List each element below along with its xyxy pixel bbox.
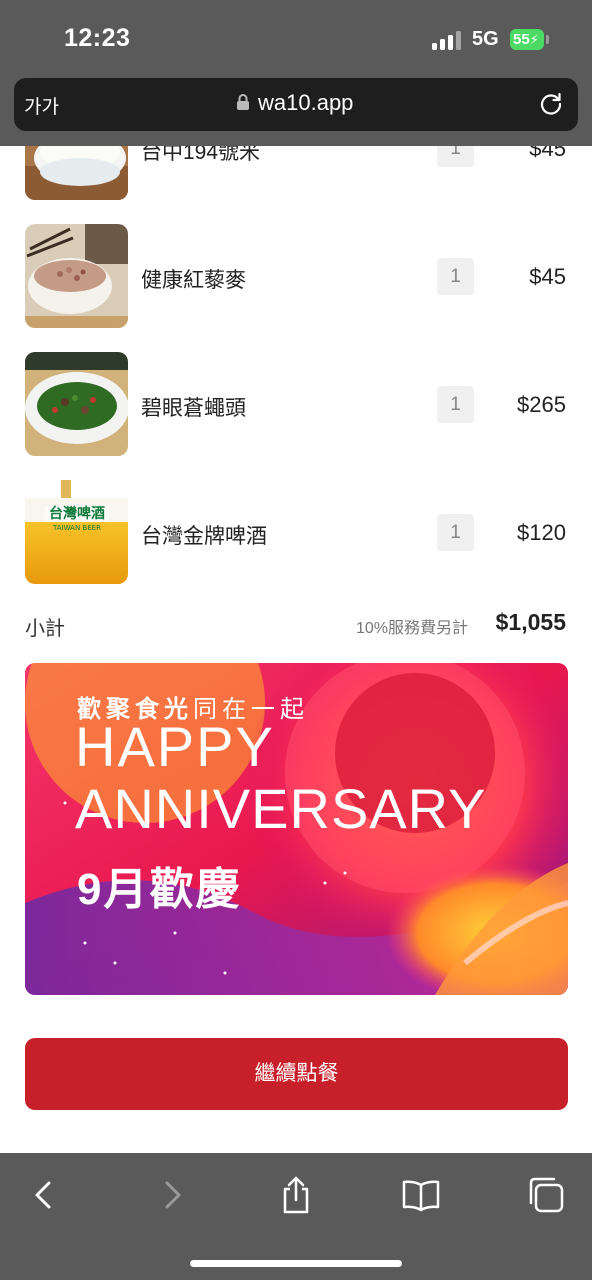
quantity-box[interactable]: 1: [437, 386, 474, 423]
banner-headline-line2: ANNIVERSARY: [75, 777, 487, 840]
order-item[interactable]: 碧眼蒼蠅頭 1 $265: [0, 352, 592, 456]
subtotal-value: $1,055: [495, 609, 566, 635]
lock-icon: [237, 94, 249, 110]
status-time: 12:23: [64, 24, 131, 52]
reload-icon[interactable]: [538, 91, 564, 117]
home-indicator: [190, 1260, 402, 1267]
order-page: 台中194號米 1 $45 健康紅藜麥 1 $45 碧眼蒼蠅頭 1 $265 台…: [0, 146, 592, 1153]
battery-cap: [546, 35, 549, 44]
quantity-box[interactable]: 1: [437, 146, 474, 167]
quantity-box[interactable]: 1: [437, 514, 474, 551]
beer-logo-text: 台灣啤酒: [49, 505, 105, 522]
battery-level: 55: [513, 31, 530, 48]
network-type: 5G: [472, 28, 499, 50]
item-name: 台中194號米: [141, 146, 261, 164]
anniversary-banner[interactable]: 歡聚食光同在一起 HAPPY ANNIVERSARY 9月歡慶: [25, 663, 568, 995]
quantity-box[interactable]: 1: [437, 258, 474, 295]
order-item[interactable]: 台中194號米 1 $45: [0, 146, 592, 200]
forward-icon[interactable]: [152, 1175, 192, 1215]
banner-subtitle: 9月歡慶: [77, 865, 242, 914]
order-item[interactable]: 健康紅藜麥 1 $45: [0, 224, 592, 328]
stir-fry-dish-image: [25, 352, 128, 456]
back-icon[interactable]: [24, 1175, 64, 1215]
beer-logo-en: TAIWAN BEER: [52, 524, 101, 532]
order-item[interactable]: 台灣啤酒 TAIWAN BEER 台灣金牌啤酒 1 $120: [0, 480, 592, 584]
signal-icon: [432, 30, 462, 50]
service-charge-note: 10%服務費另計: [356, 620, 469, 637]
quinoa-bowl-image: [25, 224, 128, 328]
tabs-icon[interactable]: [526, 1175, 566, 1215]
address-bar[interactable]: 가가 wa10.app: [14, 78, 578, 131]
continue-ordering-button[interactable]: 繼續點餐: [25, 1038, 568, 1110]
item-price: $45: [529, 264, 566, 289]
url-text[interactable]: wa10.app: [258, 90, 353, 116]
subtotal-label: 小計: [25, 618, 65, 640]
item-name: 健康紅藜麥: [141, 269, 246, 292]
battery-icon: 55⚡: [510, 29, 544, 50]
item-price: $120: [517, 520, 566, 545]
item-name: 碧眼蒼蠅頭: [141, 397, 246, 420]
item-price: $265: [517, 392, 566, 417]
share-icon[interactable]: [276, 1175, 316, 1215]
banner-headline-line1: HAPPY: [75, 715, 275, 778]
beer-glass-image: 台灣啤酒 TAIWAN BEER: [25, 480, 128, 584]
bookmarks-icon[interactable]: [401, 1175, 441, 1215]
browser-toolbar-top: 가가 wa10.app: [0, 78, 592, 146]
status-bar: 12:23 5G 55⚡: [0, 0, 592, 78]
item-name: 台灣金牌啤酒: [141, 525, 267, 548]
rice-bowl-image: [25, 146, 128, 200]
text-size-button[interactable]: 가가: [24, 92, 59, 119]
item-price: $45: [529, 146, 566, 161]
